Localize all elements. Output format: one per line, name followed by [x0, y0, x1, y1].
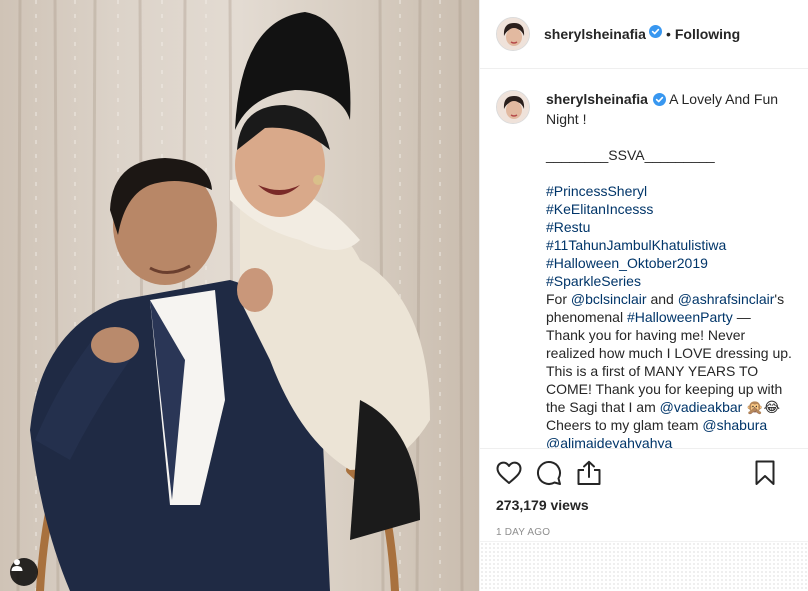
avatar-image — [497, 18, 529, 50]
photo-illustration — [16, 0, 464, 591]
comment-button[interactable] — [536, 453, 576, 493]
post-timestamp[interactable]: 1 DAY AGO — [496, 527, 793, 538]
add-comment-area[interactable] — [480, 541, 808, 591]
view-count[interactable]: 273,179 views — [496, 497, 793, 513]
hashtag-link[interactable]: #SparkleSeries — [546, 272, 793, 290]
hashtag-link[interactable]: #11TahunJambulKhatulistiwa — [546, 236, 793, 254]
mention-link[interactable]: @vadieakbar — [660, 399, 743, 415]
caption-avatar[interactable] — [496, 90, 530, 124]
header-username[interactable]: sherylsheinafia — [544, 26, 646, 42]
user-tag-icon — [11, 559, 23, 571]
emoji: 🙊😂 — [746, 399, 781, 415]
like-button[interactable] — [496, 453, 536, 493]
share-button[interactable] — [576, 453, 616, 493]
following-button[interactable]: Following — [675, 26, 740, 42]
caption-line: For — [546, 291, 567, 307]
verified-badge-icon — [652, 92, 666, 110]
hashtag-link[interactable]: #HalloweenParty — [627, 309, 733, 325]
bookmark-icon — [755, 460, 775, 485]
caption: sherylsheinafia A Lovely And Fun Night !… — [496, 90, 793, 448]
caption-line: Cheers to my glam team — [546, 417, 699, 433]
avatar[interactable] — [496, 17, 530, 51]
post-header: sherylsheinafia • Following — [480, 0, 808, 69]
caption-divider: ________SSVA_________ — [546, 147, 715, 163]
hashtag-link[interactable]: #PrincessSheryl — [546, 182, 793, 200]
post-photo[interactable] — [0, 0, 479, 591]
hashtag-link[interactable]: #Halloween_Oktober2019 — [546, 254, 793, 272]
mention-link[interactable]: @bclsinclair — [571, 291, 647, 307]
post-side-panel: sherylsheinafia • Following sherylsheina… — [479, 0, 808, 591]
mention-link[interactable]: @shabura — [702, 417, 767, 433]
caption-username[interactable]: sherylsheinafia — [546, 91, 648, 107]
save-button[interactable] — [755, 453, 795, 493]
share-icon — [577, 460, 601, 485]
caption-text: sherylsheinafia A Lovely And Fun Night !… — [546, 90, 793, 448]
avatar-image — [497, 91, 529, 123]
verified-badge-icon — [648, 25, 662, 43]
caption-scroll-area[interactable]: sherylsheinafia A Lovely And Fun Night !… — [480, 70, 808, 448]
heart-icon — [496, 461, 522, 484]
comment-icon — [537, 461, 561, 485]
mention-link[interactable]: @ashrafsinclair — [678, 291, 775, 307]
action-icons — [496, 449, 793, 497]
header-separator: • — [665, 26, 671, 42]
hashtag-link[interactable]: #KeElitanIncesss — [546, 200, 793, 218]
hashtag-link[interactable]: #Restu — [546, 218, 793, 236]
caption-line: and — [650, 291, 674, 307]
user-tag-button[interactable] — [10, 558, 38, 586]
mention-link[interactable]: @alimajdeyahyahya — [546, 434, 793, 448]
post-actions: 273,179 views 1 DAY AGO — [480, 448, 808, 538]
